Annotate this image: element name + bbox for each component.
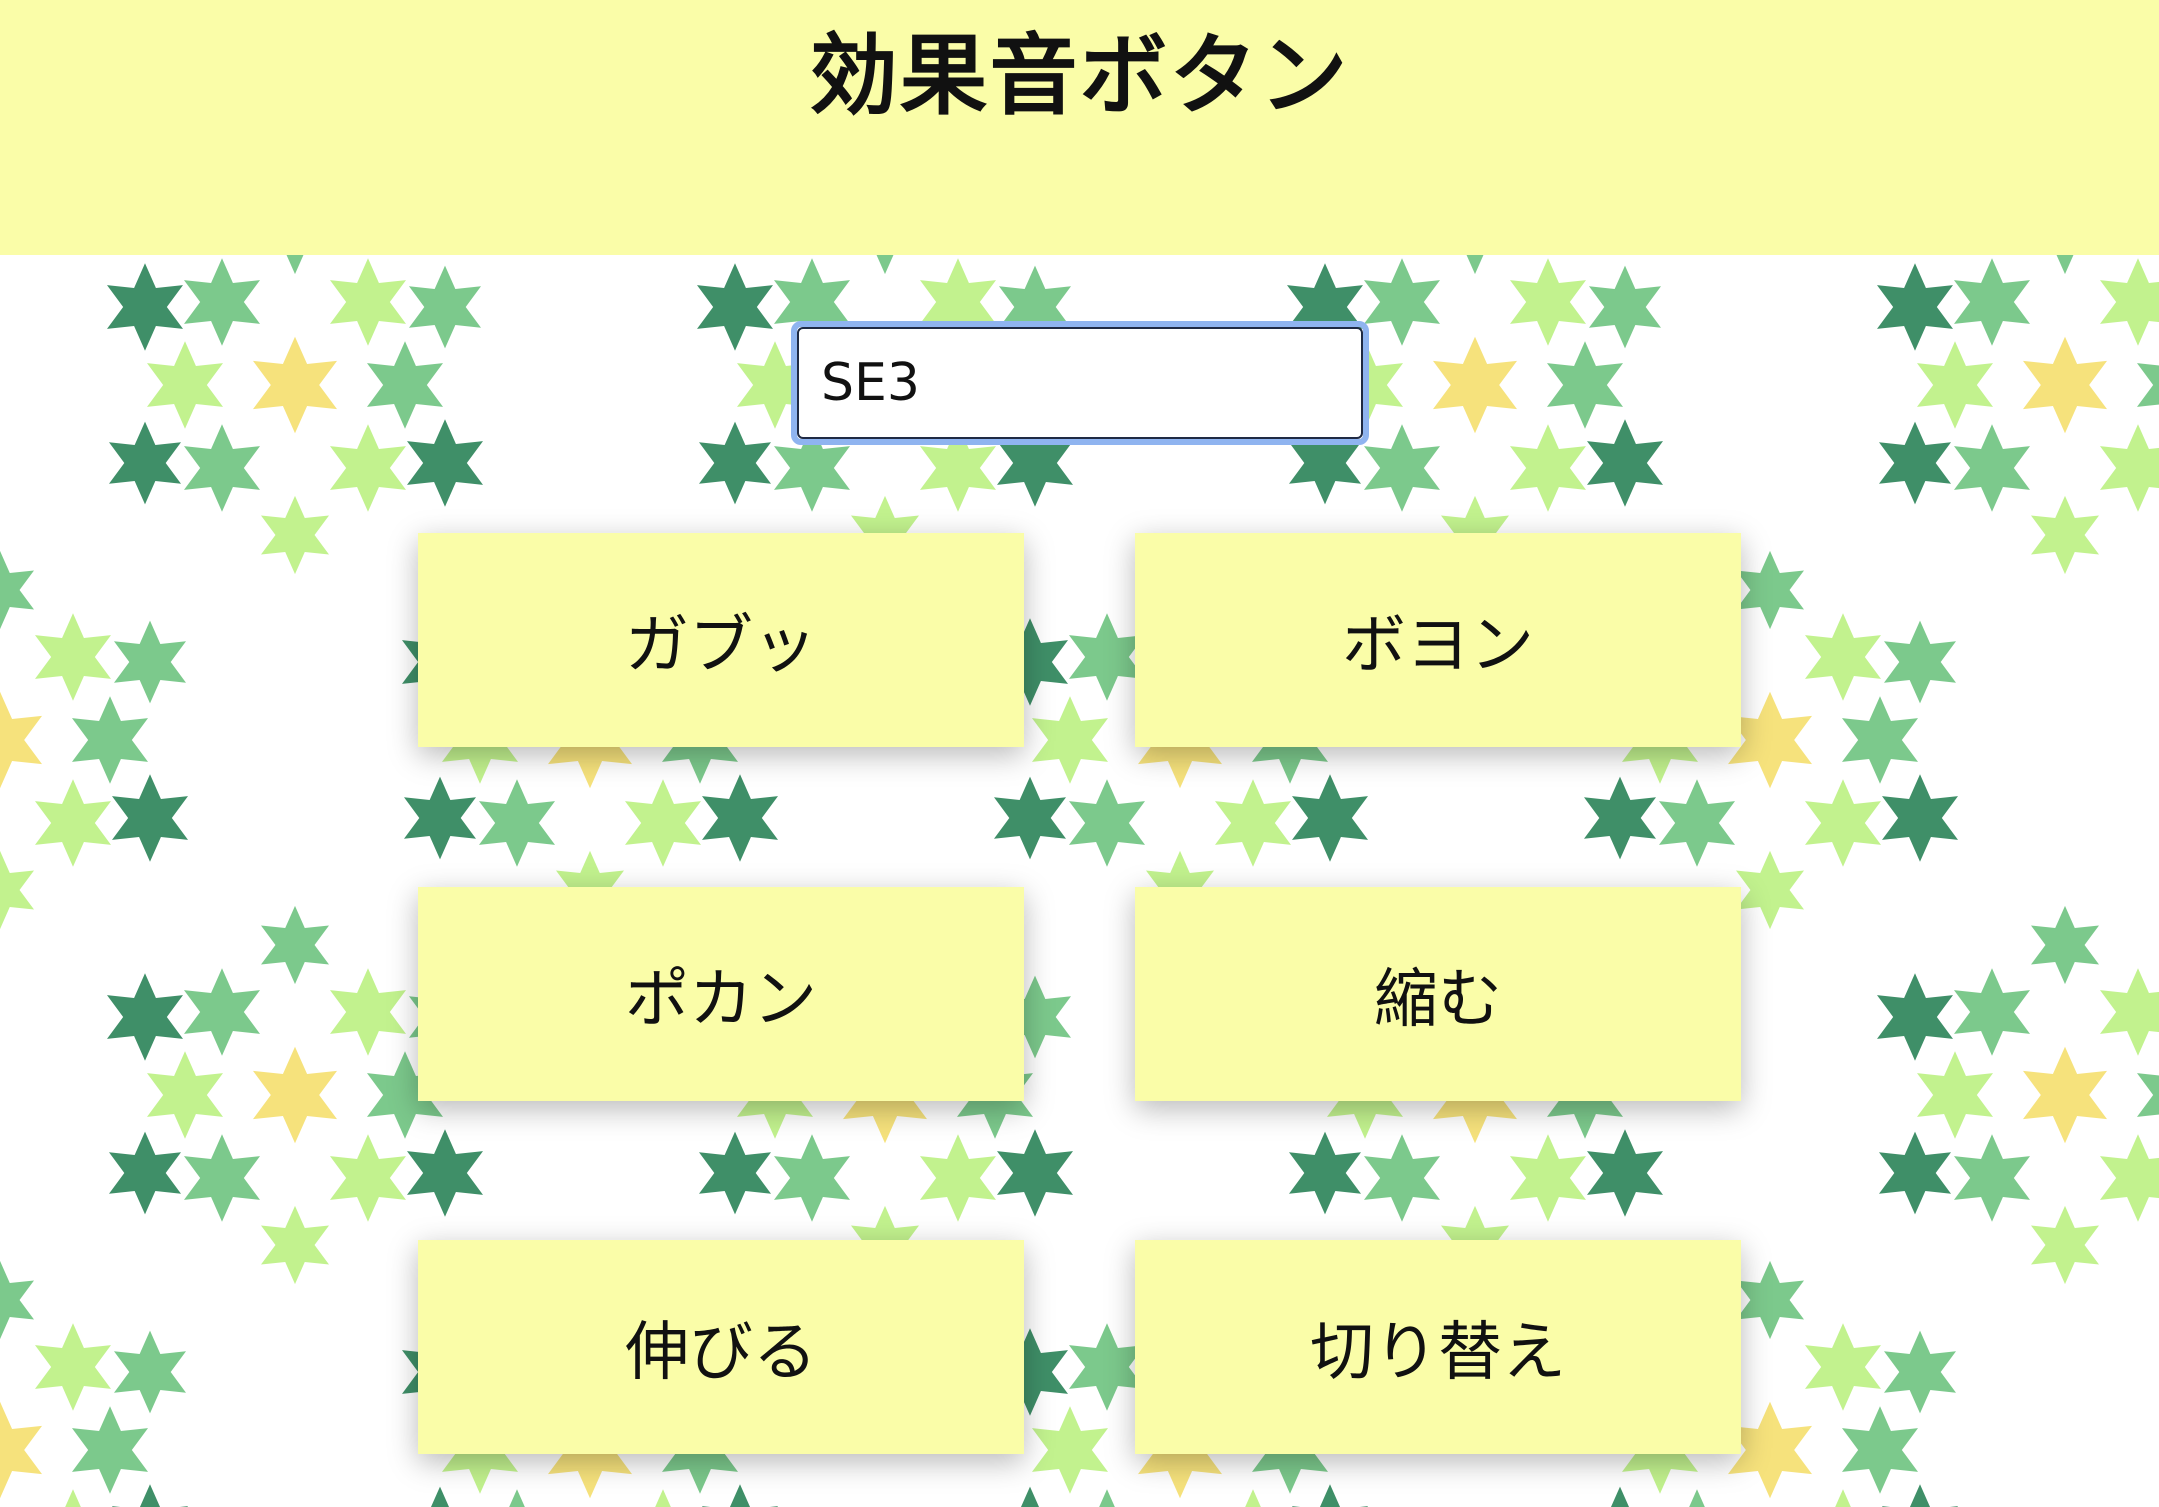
sound-select-value[interactable]: SE3 — [797, 327, 1363, 439]
sound-button-shrink[interactable]: 縮む — [1135, 887, 1741, 1101]
sound-button-stretch[interactable]: 伸びる — [418, 1240, 1024, 1454]
sound-select[interactable]: SE3 — [791, 321, 1369, 445]
sound-button-gabu[interactable]: ガブッ — [418, 533, 1024, 747]
page-title: 効果音ボタン — [809, 24, 1350, 127]
sound-button-pokan[interactable]: ポカン — [418, 887, 1024, 1101]
page-header: 効果音ボタン — [0, 0, 2159, 255]
sound-button-boyon[interactable]: ボヨン — [1135, 533, 1741, 747]
sound-button-switch[interactable]: 切り替え — [1135, 1240, 1741, 1454]
